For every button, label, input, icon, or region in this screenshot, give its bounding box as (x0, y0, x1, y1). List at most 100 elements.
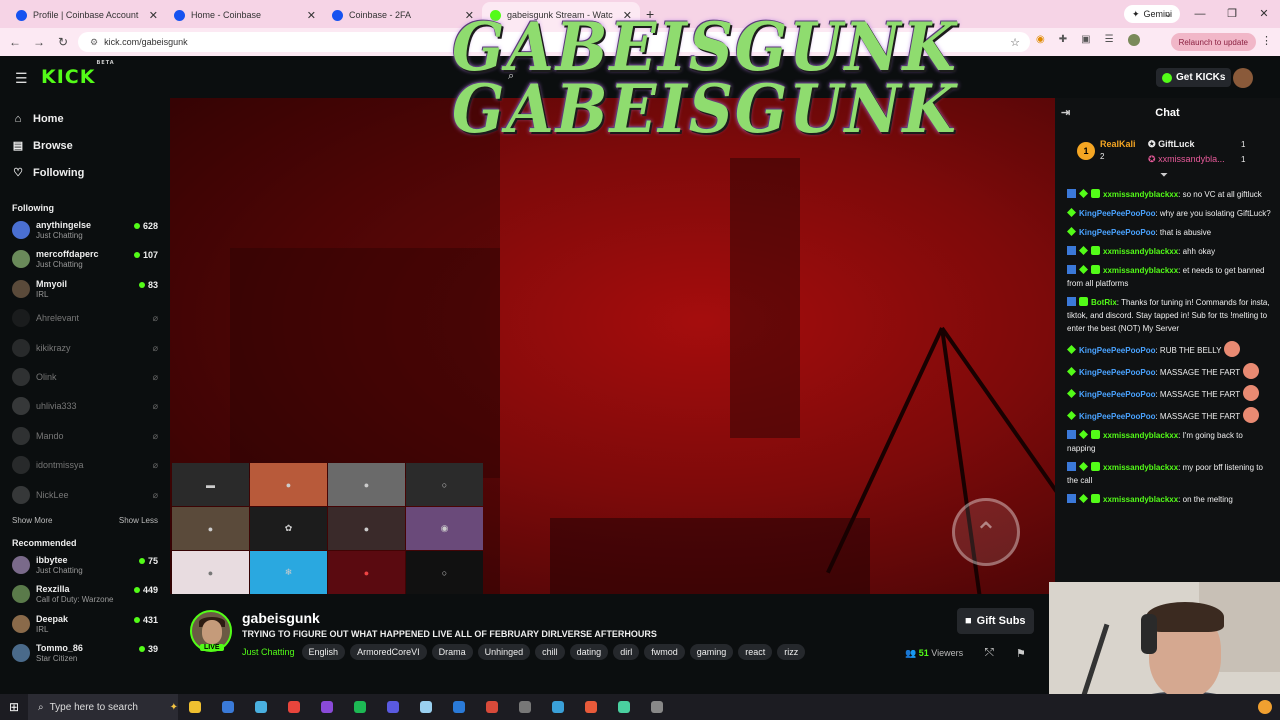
stream-tag[interactable]: rizz (777, 644, 806, 660)
reading-list-icon[interactable]: ☰ (1105, 34, 1114, 46)
chat-username[interactable]: xxmissandyblackxx (1103, 190, 1178, 199)
chat-username[interactable]: KingPeePeePooPoo (1079, 368, 1155, 377)
extensions-icon[interactable]: ✚ (1059, 34, 1067, 46)
sidebar-channel[interactable]: uhlivia333 ⌀ (0, 392, 170, 421)
taskbar-app-icon[interactable] (244, 694, 277, 720)
stream-tag[interactable]: English (301, 644, 346, 660)
hamburger-menu-icon[interactable]: ☰ (15, 70, 28, 87)
chat-username[interactable]: KingPeePeePooPoo (1079, 412, 1155, 421)
more-menu-icon[interactable]: ⋮ (1261, 34, 1272, 47)
top-gifter-name[interactable]: RealKali (1100, 139, 1136, 149)
chat-username[interactable]: xxmissandyblackxx (1103, 495, 1178, 504)
collapse-chat-icon[interactable]: ⇥ (1061, 106, 1070, 119)
taskbar-app-icon[interactable] (574, 694, 607, 720)
stream-tag[interactable]: chill (535, 644, 565, 660)
taskbar-app-icon[interactable] (310, 694, 343, 720)
stream-tag[interactable]: gaming (689, 644, 734, 660)
close-tab-icon[interactable]: ✕ (149, 9, 158, 22)
sidebar-channel[interactable]: mercoffdaperc Just Chatting 107 (0, 245, 170, 274)
media-icon[interactable]: ▣ (1081, 34, 1090, 46)
stream-tag[interactable]: fwmod (644, 644, 685, 660)
nav-item-following[interactable]: ♡ Following (0, 159, 170, 186)
nav-item-browse[interactable]: ▤ Browse (0, 132, 170, 159)
sidebar-channel[interactable]: kikikrazy ⌀ (0, 334, 170, 363)
chat-username[interactable]: xxmissandyblackxx (1103, 431, 1178, 440)
stream-tag[interactable]: ArmoredCoreVI (350, 644, 427, 660)
chat-username[interactable]: xxmissandyblackxx (1103, 266, 1178, 275)
close-icon[interactable]: ✕ (1248, 0, 1280, 28)
sidebar-channel[interactable]: Deepak IRL 431 (0, 610, 170, 639)
chat-username[interactable]: KingPeePeePooPoo (1079, 209, 1155, 218)
chat-username[interactable]: xxmissandyblackxx (1103, 463, 1178, 472)
taskbar-search[interactable]: ⌕ Type here to search ✦ (28, 694, 178, 720)
sidebar-channel[interactable]: Mando ⌀ (0, 422, 170, 451)
sidebar-channel[interactable]: Olink ⌀ (0, 363, 170, 392)
taskbar-app-icon[interactable] (409, 694, 442, 720)
chevron-down-icon[interactable]: ⌄ (1152, 0, 1184, 28)
nav-item-home[interactable]: ⌂ Home (0, 105, 170, 132)
chat-badge-icon (1067, 189, 1076, 198)
offline-icon: ⌀ (152, 401, 158, 412)
chat-username[interactable]: KingPeePeePooPoo (1079, 390, 1155, 399)
taskbar-app-icon[interactable] (475, 694, 508, 720)
back-icon[interactable]: ← (3, 35, 27, 49)
browser-tab[interactable]: Profile | Coinbase Account ✕ (8, 2, 166, 28)
taskbar-app-icon[interactable] (178, 694, 211, 720)
taskbar-app-icon[interactable] (607, 694, 640, 720)
gift-subs-button[interactable]: ■ Gift Subs (957, 608, 1034, 634)
gifter-2[interactable]: ✪ GiftLuck (1148, 139, 1195, 150)
chat-username[interactable]: xxmissandyblackxx (1103, 247, 1178, 256)
windows-start-icon[interactable]: ⊞ (0, 700, 28, 714)
stream-tag[interactable]: react (738, 644, 773, 660)
rss-icon[interactable]: ◉ (1036, 34, 1045, 46)
reload-icon[interactable]: ↻ (51, 35, 75, 49)
bookmark-star-icon[interactable]: ☆ (1010, 36, 1020, 49)
relaunch-button[interactable]: Relaunch to update (1170, 33, 1256, 51)
show-more-button[interactable]: Show More (12, 516, 52, 525)
stream-tag[interactable]: dirl (613, 644, 640, 660)
channel-avatar (12, 555, 30, 574)
site-info-icon[interactable]: ⚙ (90, 37, 98, 48)
taskbar-app-icon[interactable] (343, 694, 376, 720)
sidebar-channel[interactable]: Ahrelevant ⌀ (0, 304, 170, 333)
stream-tag[interactable]: dating (569, 644, 609, 660)
chat-username[interactable]: KingPeePeePooPoo (1079, 346, 1155, 355)
sidebar-channel[interactable]: NickLee ⌀ (0, 481, 170, 510)
minimize-icon[interactable]: — (1184, 0, 1216, 28)
sidebar-channel[interactable]: Rexzilla Call of Duty: Warzone 449 (0, 580, 170, 609)
gifter-3[interactable]: ✪ xxmissandybla... (1148, 154, 1225, 165)
kick-logo[interactable]: KICKBETA (41, 60, 115, 88)
gift-subs-label: Gift Subs (976, 615, 1026, 627)
user-avatar[interactable] (1233, 68, 1253, 88)
taskbar-app-icon[interactable] (277, 694, 310, 720)
sidebar-channel[interactable]: Tommo_86 Star Citizen 39 (0, 639, 170, 668)
taskbar-app-icon[interactable] (640, 694, 673, 720)
streamer-name[interactable]: gabeisgunk (242, 610, 320, 626)
close-tab-icon[interactable]: ✕ (307, 9, 316, 22)
chat-username[interactable]: KingPeePeePooPoo (1079, 228, 1155, 237)
browser-tab[interactable]: Home - Coinbase ✕ (166, 2, 324, 28)
forward-icon[interactable]: → (27, 35, 51, 49)
get-kicks-button[interactable]: Get KICKs (1156, 68, 1232, 87)
report-icon[interactable]: ⚑ (1016, 647, 1026, 660)
profile-icon[interactable] (1127, 34, 1140, 46)
taskbar-app-icon[interactable] (442, 694, 475, 720)
stream-tag[interactable]: Unhinged (477, 644, 531, 660)
sidebar-channel[interactable]: anythingelse Just Chatting 628 (0, 216, 170, 245)
tray-weather-icon[interactable] (1258, 700, 1272, 714)
taskbar-app-icon[interactable] (211, 694, 244, 720)
taskbar-app-icon[interactable] (508, 694, 541, 720)
show-less-button[interactable]: Show Less (119, 516, 158, 525)
category-link[interactable]: Just Chatting (242, 647, 295, 657)
sidebar-channel[interactable]: idontmissya ⌀ (0, 451, 170, 480)
sidebar-channel[interactable]: ibbytee Just Chatting 75 (0, 551, 170, 580)
share-icon[interactable]: ⤲ (985, 647, 994, 660)
taskbar-app-icon[interactable] (541, 694, 574, 720)
stream-tag[interactable]: Drama (431, 644, 473, 660)
sidebar-channel[interactable]: Mmyoil IRL 83 (0, 275, 170, 304)
participant-tile: ○ (406, 551, 483, 594)
chat-username[interactable]: BotRix (1091, 298, 1117, 307)
maximize-icon[interactable]: ❐ (1216, 0, 1248, 28)
taskbar-app-icon[interactable] (376, 694, 409, 720)
pinned-toggle-icon[interactable]: ⏷ (1160, 170, 1168, 181)
